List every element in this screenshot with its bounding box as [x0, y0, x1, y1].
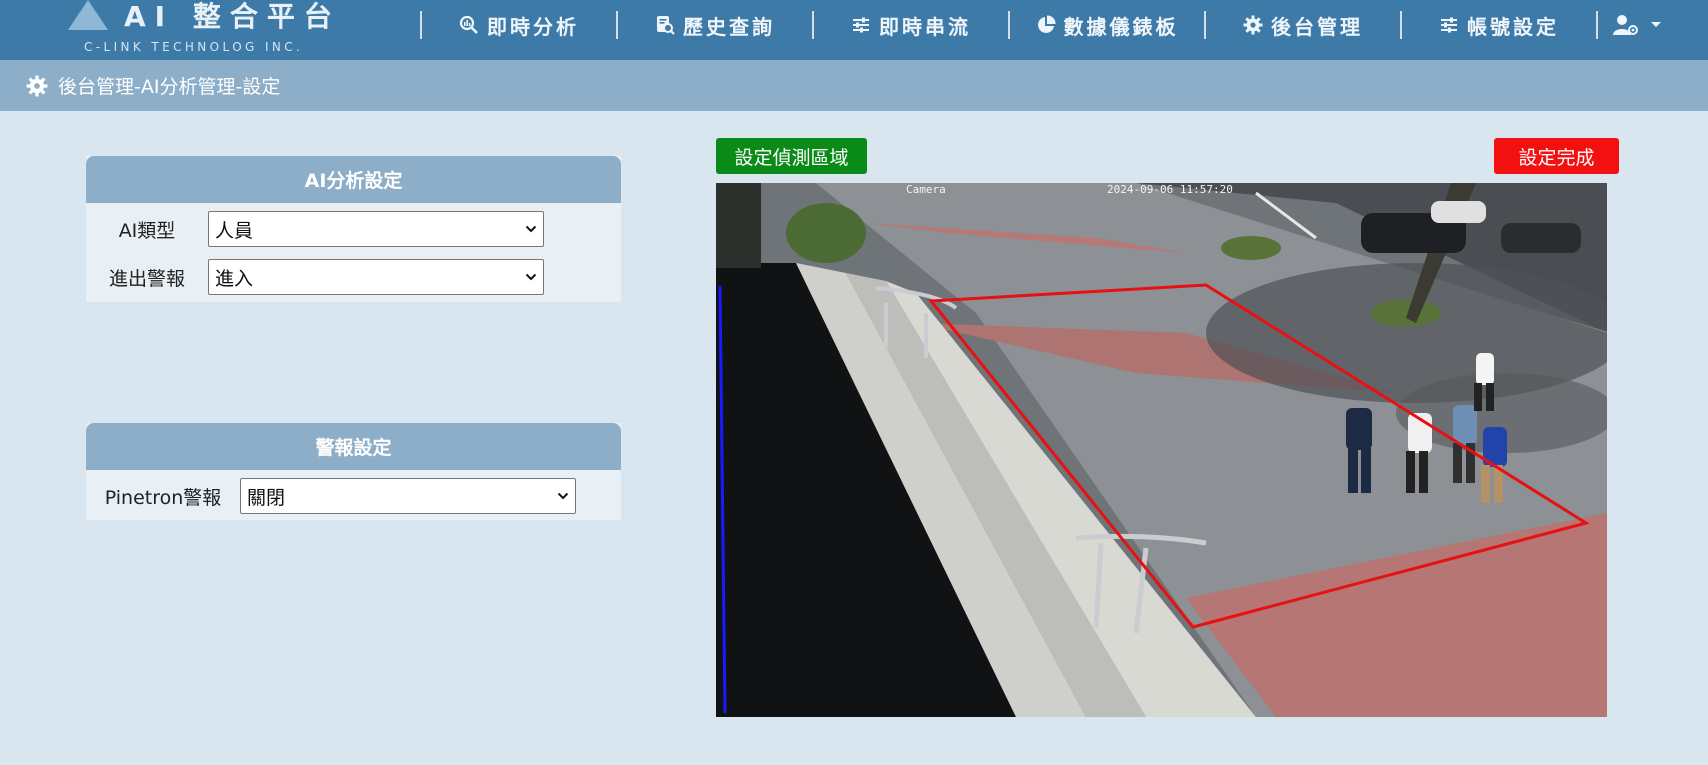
breadcrumb: 後台管理-AI分析管理-設定	[0, 60, 1708, 111]
camera-view[interactable]: Camera 2024-09-06 11:57:20	[716, 183, 1607, 717]
ai-settings-panel: AI分析設定 AI類型 人員 進出警報 進入	[86, 156, 621, 302]
pinetron-alert-row: Pinetron警報 關閉	[86, 472, 621, 520]
user-settings-icon	[1613, 15, 1638, 35]
document-search-icon	[657, 16, 675, 35]
top-navigation-bar: AI 整合平台 C-LINK TECHNOLOG INC. 即時分析 歷史查詢 …	[0, 0, 1708, 60]
chevron-down-icon	[525, 225, 537, 233]
main-nav: 即時分析 歷史查詢 即時串流 數據儀錶板 後台管理 帳號設定	[420, 0, 1678, 50]
alert-direction-value: 進入	[215, 267, 254, 290]
user-menu-button[interactable]	[1598, 0, 1678, 50]
nav-item-history[interactable]: 歷史查詢	[618, 0, 812, 50]
app-logo[interactable]: AI 整合平台 C-LINK TECHNOLOG INC.	[62, 0, 362, 60]
alert-settings-panel: 警報設定 Pinetron警報 關閉	[86, 423, 621, 520]
app-subtitle: C-LINK TECHNOLOG INC.	[84, 40, 304, 54]
nav-label: 即時串流	[879, 14, 971, 39]
sliders-icon	[853, 17, 869, 33]
alert-direction-select[interactable]: 進入	[208, 259, 544, 295]
nav-item-live-stream[interactable]: 即時串流	[814, 0, 1008, 50]
nav-item-admin[interactable]: 後台管理	[1206, 0, 1400, 50]
ai-type-label: AI類型	[118, 219, 176, 242]
nav-label: 後台管理	[1271, 14, 1363, 39]
camera-name-overlay: Camera	[906, 183, 946, 196]
chevron-down-icon	[525, 273, 537, 281]
nav-label: 歷史查詢	[683, 14, 775, 39]
breadcrumb-text: 後台管理-AI分析管理-設定	[58, 76, 281, 98]
pinetron-alert-select[interactable]: 關閉	[240, 478, 576, 514]
nav-label: 即時分析	[487, 14, 579, 39]
ai-type-select[interactable]: 人員	[208, 211, 544, 247]
settings-done-button[interactable]: 設定完成	[1494, 138, 1619, 174]
nav-item-account-settings[interactable]: 帳號設定	[1402, 0, 1596, 50]
pie-chart-icon	[1037, 15, 1056, 33]
alert-direction-label: 進出警報	[108, 267, 185, 290]
caret-down-icon	[1651, 22, 1661, 27]
camera-scene	[716, 183, 1607, 717]
pinetron-alert-label: Pinetron警報	[104, 486, 222, 509]
gear-icon	[1243, 15, 1263, 35]
panel-title: 警報設定	[86, 423, 621, 470]
gear-icon	[26, 75, 48, 96]
alert-direction-row: 進出警報 進入	[86, 253, 621, 301]
logo-triangle-icon	[68, 0, 108, 30]
ai-type-value: 人員	[215, 219, 254, 242]
nav-item-realtime-analysis[interactable]: 即時分析	[422, 0, 616, 50]
nav-label: 數據儀錶板	[1063, 14, 1179, 39]
nav-label: 帳號設定	[1467, 14, 1559, 39]
nav-item-dashboard[interactable]: 數據儀錶板	[1010, 0, 1204, 50]
pinetron-alert-value: 關閉	[247, 486, 286, 509]
chevron-down-icon	[557, 492, 569, 500]
camera-timestamp-overlay: 2024-09-06 11:57:20	[1107, 183, 1233, 196]
analytics-search-icon	[459, 15, 478, 34]
set-detection-area-button[interactable]: 設定偵測區域	[716, 138, 867, 174]
panel-title: AI分析設定	[86, 156, 621, 203]
app-title: AI 整合平台	[124, 0, 341, 33]
sliders-icon	[1441, 17, 1457, 33]
ai-type-row: AI類型 人員	[86, 205, 621, 253]
